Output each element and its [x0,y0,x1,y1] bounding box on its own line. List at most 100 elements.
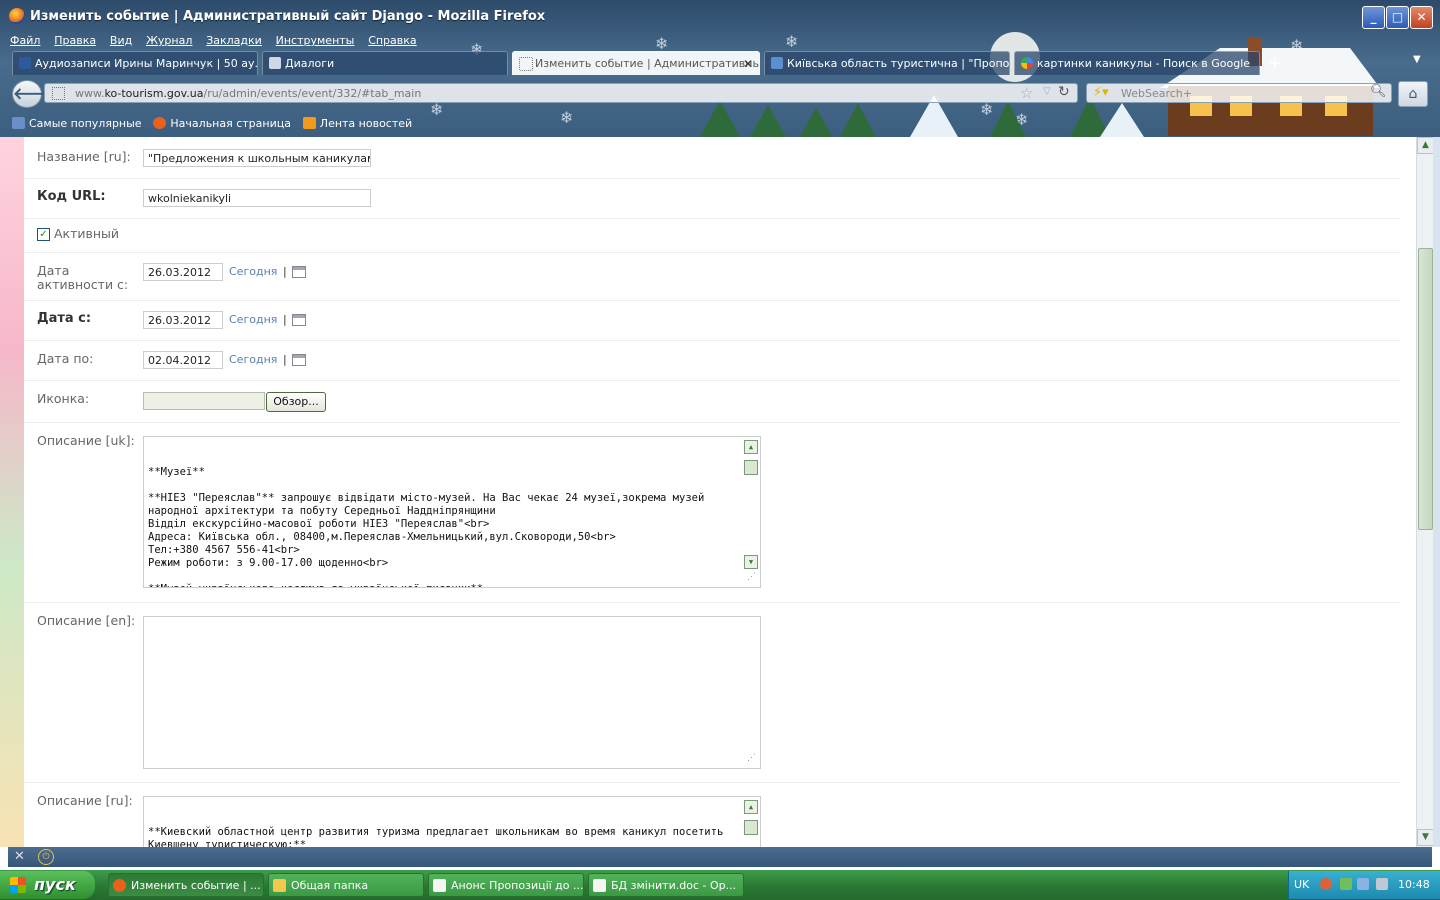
icon-file-path[interactable] [143,392,265,410]
field-row-name-ru: Название [ru]: "Предложения к школьным к… [24,137,1400,179]
status-bar [8,847,1432,867]
desc-uk-textarea[interactable]: **Музеї** **НІЕЗ "Переяслав"** запрошує … [143,436,761,588]
date-to-input[interactable]: 02.04.2012 [143,351,223,369]
back-button[interactable]: 🡐 [12,80,56,108]
minimize-button[interactable]: _ [1362,6,1385,29]
menu-help[interactable]: Справка [368,34,416,47]
today-link[interactable]: Сегодня [229,353,277,367]
network-icon[interactable] [1340,878,1352,890]
browse-button[interactable]: Обзор... [266,392,326,412]
scroll-up-icon[interactable]: ▲ [1417,137,1434,154]
field-label: Иконка: [37,391,90,406]
addon-icon[interactable]: ⏻ [38,849,54,865]
desc-ru-textarea[interactable]: **Киевский областной центр развития тури… [143,796,761,847]
name-ru-input[interactable]: "Предложения к школьным каникулам" [143,149,371,167]
textarea-scrollbar[interactable]: ▲ ▼ [744,440,758,569]
taskbar-item-shared-folder[interactable]: Общая папка [268,873,424,897]
taskbar-item-announcement-doc[interactable]: Анонс Пропозиції до ... [428,873,584,897]
menu-view[interactable]: Вид [110,34,132,47]
search-placeholder: WebSearch+ [1121,87,1192,100]
field-label: Дата с: [37,311,92,326]
firefox-icon [153,117,167,129]
field-label: Описание [en]: [37,613,136,628]
scroll-down-icon[interactable]: ▼ [1417,829,1434,846]
bookmark-news-feed[interactable]: Лента новостей [302,117,412,130]
tab-google-images[interactable]: картинки каникулы - Поиск в Google [1014,51,1260,75]
tab-label: Київська область туристична | "Пропо... [787,57,1010,70]
new-tab-button[interactable]: + [1264,53,1286,73]
field-row-active-from: Дата активности с: 26.03.2012 Сегодня | [24,253,1400,301]
security-icon[interactable] [1357,878,1369,890]
menu-file[interactable]: Файл [10,34,40,47]
folder-icon [273,879,286,892]
bookmark-start-page[interactable]: Начальная страница [153,117,291,130]
bookmark-star-icon[interactable]: ☆ [1020,84,1033,102]
google-icon [1021,57,1033,69]
firefox-icon [9,8,25,24]
display-icon[interactable] [1376,878,1388,890]
taskbar-item-db-doc[interactable]: БД змінити.doc - Op... [588,873,744,897]
tab-list-chevron-icon[interactable]: ▼ [1413,54,1421,65]
tab-dialogs[interactable]: Диалоги [262,51,508,75]
menu-edit[interactable]: Правка [54,34,96,47]
tab-kyiv-tourism[interactable]: Київська область туристична | "Пропо... [764,51,1010,75]
field-label: Описание [uk]: [37,433,135,448]
field-label: Описание [ru]: [37,793,133,808]
document-icon [433,879,446,892]
site-identity-icon[interactable] [52,87,65,100]
field-row-desc-ru: Описание [ru]: **Киевский областной цент… [24,783,1400,847]
play-icon [19,57,31,69]
desc-en-textarea[interactable]: ⋰ [143,616,761,769]
field-row-date-to: Дата по: 02.04.2012 Сегодня | [24,341,1400,381]
today-link[interactable]: Сегодня [229,265,277,279]
scroll-thumb[interactable] [744,460,758,475]
maximize-button[interactable]: □ [1386,6,1409,29]
tab-label: Аудиозаписи Ирины Маринчук | 50 ау... [35,57,258,70]
calendar-icon[interactable] [292,314,306,326]
calendar-icon[interactable] [292,266,306,278]
taskbar-item-firefox[interactable]: Изменить событие | ... [108,873,264,897]
rss-icon [302,117,316,129]
home-button[interactable]: ⌂ [1398,81,1428,107]
resize-grip-icon[interactable]: ⋰ [747,571,756,584]
url-code-input[interactable]: wkolniekanikyli [143,189,371,207]
calendar-icon[interactable] [292,354,306,366]
field-label: Дата активности с: [37,263,129,292]
history-dropdown-icon[interactable]: ▽ [1043,86,1051,97]
menu-bookmarks[interactable]: Закладки [206,34,262,47]
separator: | [283,353,287,366]
active-checkbox[interactable]: ✓ [37,228,50,241]
address-bar[interactable]: www.ko-tourism.gov.ua/ru/admin/events/ev… [44,83,1078,103]
close-addon-bar-icon[interactable]: ✕ [14,849,25,864]
scroll-thumb[interactable] [744,820,758,835]
menu-bar: Файл Правка Вид Журнал Закладки Инструме… [10,33,427,49]
active-from-date-input[interactable]: 26.03.2012 [143,263,223,281]
window-edge [1433,137,1440,847]
textarea-scrollbar[interactable]: ▲ [744,800,758,840]
scroll-down-icon[interactable]: ▼ [744,555,758,569]
language-indicator[interactable]: UK [1294,878,1309,891]
windows-logo-icon [10,877,26,893]
tab-audio[interactable]: Аудиозаписи Ирины Маринчук | 50 ау... [12,51,258,75]
tray-expand-icon[interactable] [1320,878,1332,890]
menu-tools[interactable]: Инструменты [276,34,355,47]
menu-history[interactable]: Журнал [146,34,192,47]
resize-grip-icon[interactable]: ⋰ [747,752,756,765]
scroll-up-icon[interactable]: ▲ [744,440,758,454]
close-tab-icon[interactable]: ✕ [743,52,753,75]
bookmark-most-visited[interactable]: Самые популярные [12,117,142,130]
search-icon[interactable]: 🔍︎ [1370,84,1387,99]
search-engine-icon[interactable]: ⚡▾ [1093,85,1109,100]
field-label: Дата по: [37,351,94,366]
page-scroll-thumb[interactable] [1418,248,1433,530]
page-icon [519,57,533,71]
date-from-input[interactable]: 26.03.2012 [143,311,223,329]
firefox-icon [113,879,126,892]
scroll-up-icon[interactable]: ▲ [744,800,758,814]
close-window-button[interactable]: ✕ [1410,6,1433,29]
tab-edit-event[interactable]: Изменить событие | Административны... ✕ [512,51,760,75]
today-link[interactable]: Сегодня [229,313,277,327]
reload-icon[interactable]: ↻ [1058,84,1070,100]
search-input[interactable]: WebSearch+ [1086,83,1392,103]
document-icon [593,879,606,892]
